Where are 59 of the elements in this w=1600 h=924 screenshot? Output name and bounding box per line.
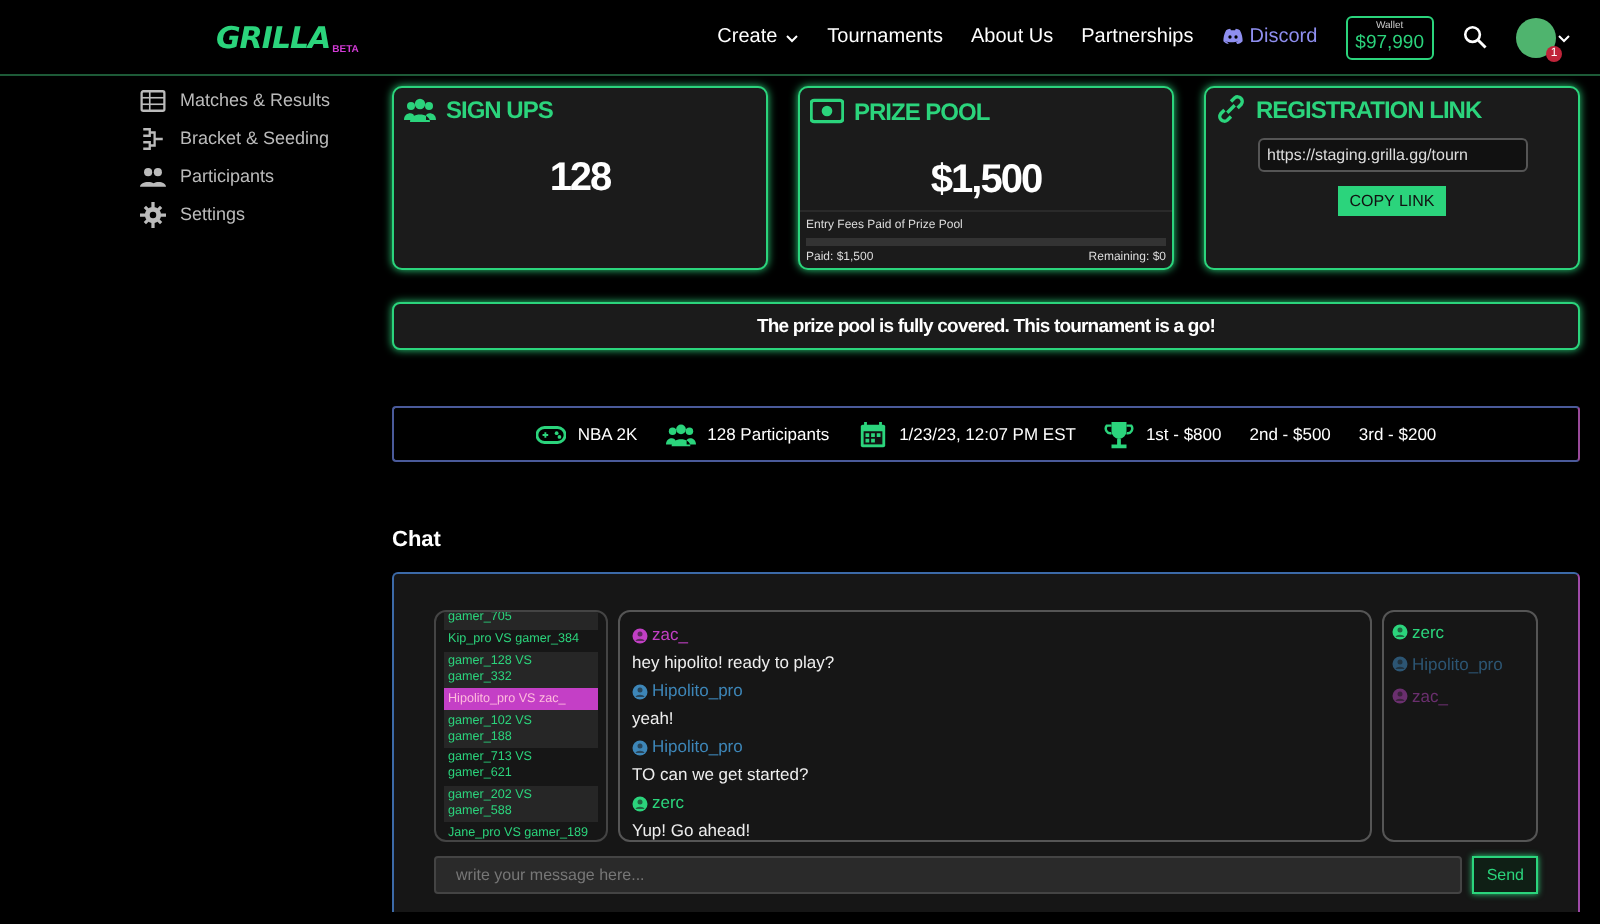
settings-icon [140, 201, 166, 227]
message-author: zerc [652, 792, 685, 814]
info-text: NBA 2K [577, 424, 638, 444]
logo-text[interactable]: GRILLA [216, 19, 331, 55]
status-banner: The prize pool is fully covered. This tournament is a go! [392, 302, 1580, 350]
card-title: REGISTRATION LINK [1256, 95, 1482, 123]
section-title: Chat [392, 528, 443, 556]
caret-icon [1556, 29, 1572, 45]
search-icon [1462, 24, 1488, 50]
info-text: 1/23/23, 12:07 PM EST [899, 424, 1076, 444]
user-icon [1392, 688, 1408, 704]
sidebar-item[interactable]: Matches & Results [140, 86, 392, 114]
nav-link[interactable]: About Us [970, 26, 1054, 48]
user-icon [1392, 656, 1408, 672]
nav-link[interactable]: Discord [1221, 26, 1318, 48]
message-text: yeah! [632, 708, 676, 730]
message-text: hey hipolito! ready to play? [632, 652, 837, 674]
user-icon [1392, 624, 1408, 640]
nav-link[interactable]: Partnerships [1081, 26, 1194, 48]
caret-icon [783, 29, 800, 45]
online-user: zerc [1412, 622, 1445, 642]
people-icon [140, 163, 166, 189]
sidebar-item[interactable]: Bracket & Seeding [140, 124, 392, 152]
message-author: zac_ [652, 624, 688, 646]
user-icon [632, 795, 648, 811]
user-icon [632, 739, 648, 755]
message-author: Hipolito_pro [652, 680, 743, 702]
message-author: Hipolito_pro [652, 736, 743, 758]
user-icon [632, 627, 648, 643]
sidebar-item[interactable]: Participants [140, 162, 392, 190]
online-user: zac_ [1412, 686, 1448, 706]
send-button[interactable]: Send [1472, 856, 1538, 894]
info-text: 3rd - $200 [1358, 424, 1437, 444]
group-icon [665, 419, 696, 449]
info-text: 1st - $800 [1145, 424, 1222, 444]
trophy-icon [1103, 419, 1134, 449]
sign-ups-count: 128 [547, 156, 613, 202]
card-title: SIGN UPS [446, 96, 553, 124]
user-icon [632, 683, 648, 699]
sidebar-item[interactable]: Settings [140, 200, 392, 228]
calendar-icon [857, 419, 888, 449]
discord-icon [1221, 26, 1244, 48]
link-icon [1216, 94, 1246, 124]
dropdown-menu[interactable]: Create [717, 26, 800, 48]
link-field[interactable]: https://staging.grilla.gg/tourn [1257, 138, 1527, 172]
info-text: 2nd - $500 [1249, 424, 1331, 444]
money-icon [810, 94, 844, 128]
nav-link[interactable]: Tournaments [827, 26, 943, 48]
copy-link-button[interactable]: COPY LINK [1337, 186, 1447, 216]
online-user: Hipolito_pro [1412, 654, 1503, 674]
message-text: Yup! Go ahead! [632, 820, 753, 842]
card-title: PRIZE POOL [854, 97, 990, 125]
bracket-icon [140, 125, 166, 151]
group-icon [404, 94, 436, 126]
message-text: TO can we get started? [632, 764, 811, 786]
table-icon [140, 87, 166, 113]
message-input[interactable]: write your message here... [434, 856, 1463, 894]
info-text: 128 Participants [707, 424, 830, 444]
prize-amount: $1,500 [928, 158, 1044, 204]
